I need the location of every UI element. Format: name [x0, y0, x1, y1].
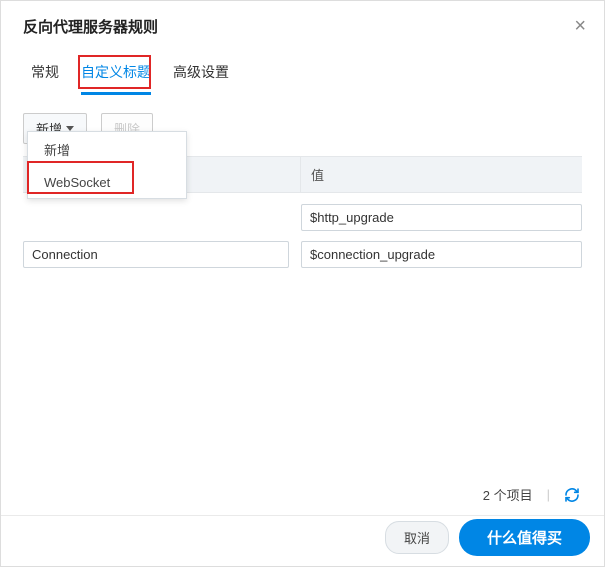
table-body	[23, 193, 582, 273]
close-icon[interactable]: ×	[574, 15, 586, 38]
footer-divider	[1, 515, 604, 516]
header-value-input[interactable]	[301, 204, 582, 231]
refresh-icon[interactable]	[564, 487, 580, 503]
tab-general[interactable]: 常规	[31, 56, 59, 95]
dialog-header: 反向代理服务器规则 ×	[1, 1, 604, 48]
header-value-input[interactable]	[301, 241, 582, 268]
add-dropdown: 新增 WebSocket	[27, 131, 187, 199]
tab-custom-headers[interactable]: 自定义标题	[81, 56, 151, 95]
dialog-title: 反向代理服务器规则	[23, 16, 158, 37]
ok-button[interactable]: 什么值得买	[459, 519, 590, 556]
table-row	[23, 236, 582, 273]
table-row	[23, 199, 582, 236]
tab-bar: 常规 自定义标题 高级设置	[1, 48, 604, 95]
col-header-value[interactable]: 值	[301, 157, 582, 192]
divider: |	[547, 487, 550, 502]
dialog-footer: 取消 什么值得买	[385, 519, 590, 556]
header-name-input[interactable]	[23, 241, 289, 268]
cancel-button[interactable]: 取消	[385, 521, 449, 554]
dialog: 反向代理服务器规则 × 常规 自定义标题 高级设置 新增 删除 值	[0, 0, 605, 567]
dropdown-item-add[interactable]: 新增	[28, 132, 186, 167]
dropdown-item-websocket[interactable]: WebSocket	[28, 167, 186, 198]
item-count: 2 个项目	[483, 485, 533, 504]
footer-status: 2 个项目 |	[483, 485, 580, 504]
tab-advanced[interactable]: 高级设置	[173, 56, 229, 95]
